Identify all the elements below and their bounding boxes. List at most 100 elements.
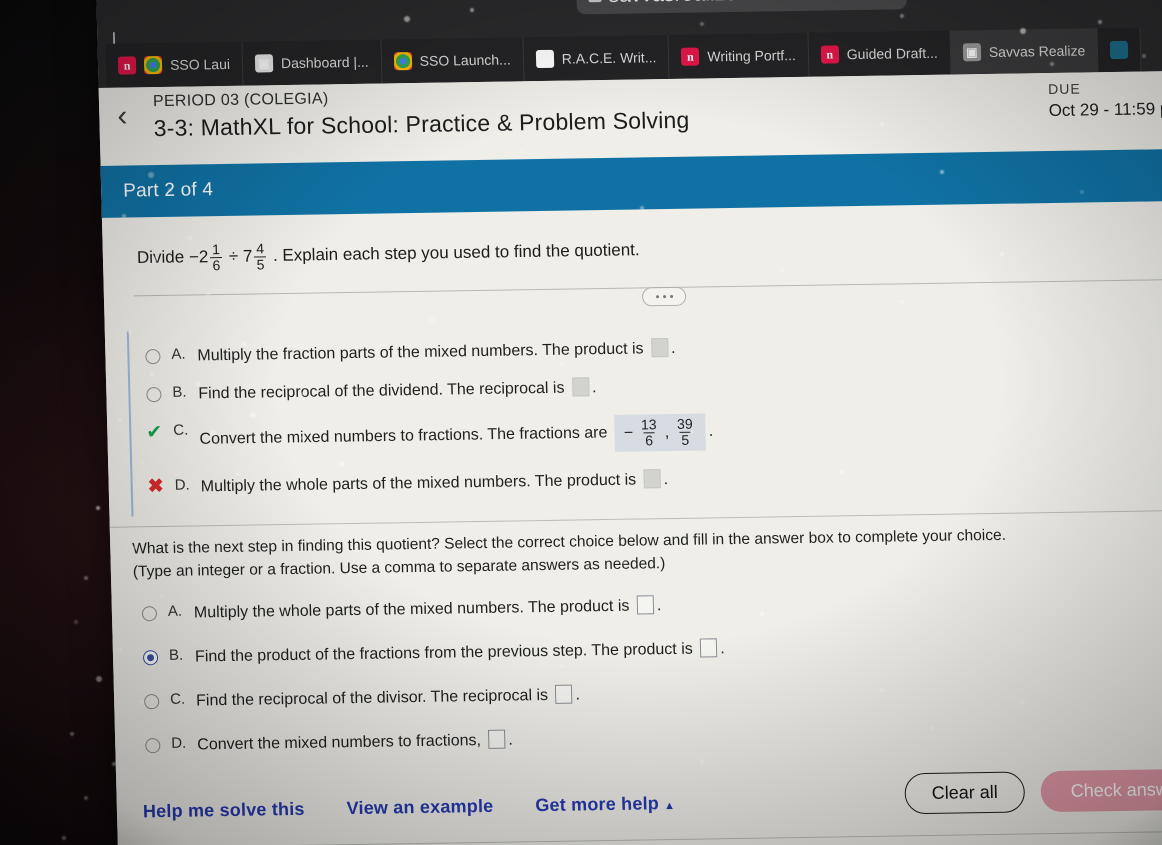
dividend-numerator: 1	[210, 242, 222, 257]
answer-input-a[interactable]	[637, 596, 654, 615]
choice-letter: B.	[169, 647, 187, 664]
notability-icon: n	[821, 45, 839, 63]
problem-lead: Divide	[137, 247, 185, 267]
division-operator: ÷	[229, 246, 239, 265]
answer-f1-denominator: 6	[643, 432, 655, 448]
chrome-icon	[393, 52, 411, 70]
question-prompt: What is the next step in finding this qu…	[132, 520, 1162, 583]
radio-b[interactable]	[139, 647, 162, 667]
tab-label: SSO Launch...	[419, 51, 510, 68]
tab-race-writ[interactable]: G R.A.C.E. Writ...	[523, 35, 670, 81]
answer-box-readonly	[643, 469, 660, 488]
get-more-help-link[interactable]: Get more help ▲	[535, 793, 675, 816]
choice-text-wrap: Convert the mixed numbers to fractions, …	[197, 719, 1162, 755]
tab-label: Dashboard |...	[281, 54, 369, 71]
back-chevron-icon[interactable]: ‹	[117, 102, 128, 132]
choice-period: .	[657, 597, 662, 614]
tab-writing-portfolio[interactable]: n Writing Portf...	[669, 33, 810, 79]
page-title: 3-3: MathXL for School: Practice & Probl…	[153, 107, 689, 142]
dividend-whole: 2	[199, 247, 209, 267]
divisor-whole: 7	[243, 247, 253, 267]
choice-letter: D.	[174, 476, 192, 493]
choice-text-wrap: Find the reciprocal of the dividend. The…	[198, 368, 1162, 404]
due-value: Oct 29 - 11:59 pm	[1048, 99, 1162, 121]
page-settings-icon[interactable]	[588, 0, 601, 2]
savvas-icon: ▣	[963, 43, 981, 61]
tab-savvas-realize[interactable]: ▣ Savvas Realize	[950, 28, 1099, 74]
choice-text-wrap: Multiply the whole parts of the mixed nu…	[194, 587, 1162, 623]
problem-tail: . Explain each step you used to find the…	[273, 240, 640, 265]
clear-all-button[interactable]: Clear all	[904, 772, 1025, 815]
answer-box-readonly	[651, 338, 668, 357]
dividend-fraction: 1 6	[210, 242, 223, 273]
incorrect-x-icon: ✖	[144, 477, 167, 497]
choice-text: Convert the mixed numbers to fractions. …	[199, 425, 607, 448]
choice-text: Multiply the whole parts of the mixed nu…	[194, 598, 630, 622]
choice-period: .	[575, 687, 580, 704]
tab-sso-laui[interactable]: n SSO Laui	[106, 42, 244, 88]
radio-d[interactable]	[141, 735, 164, 755]
answer-box-readonly	[572, 378, 589, 397]
correct-check-icon: ✔	[143, 422, 166, 442]
answer-sign: −	[624, 424, 634, 442]
ellipsis-expand-icon[interactable]	[642, 287, 686, 307]
divisor-denominator: 5	[254, 256, 266, 272]
section-divider	[134, 279, 1162, 318]
answer-f2-numerator: 39	[675, 417, 695, 432]
choice-letter: C.	[170, 691, 188, 708]
tab-guided-draft[interactable]: n Guided Draft...	[808, 31, 951, 77]
due-block: DUE Oct 29 - 11:59 pm	[1048, 79, 1162, 121]
tab-sso-launch[interactable]: SSO Launch...	[381, 37, 524, 83]
dividend-denominator: 6	[210, 257, 222, 273]
radio-a[interactable]	[138, 603, 161, 623]
graded-choice-list: A. Multiply the fraction parts of the mi…	[127, 315, 1162, 516]
dividend-sign: −	[189, 248, 199, 268]
assignment-header: ‹ PERIOD 03 (COLEGIA) 3-3: MathXL for Sc…	[99, 70, 1162, 166]
tab-overflow[interactable]	[1098, 28, 1142, 73]
choice-letter: A.	[171, 346, 189, 363]
choice-text: Convert the mixed numbers to fractions,	[197, 732, 481, 753]
assignment-page: ‹ PERIOD 03 (COLEGIA) 3-3: MathXL for Sc…	[99, 70, 1162, 845]
choice-text: Find the product of the fractions from t…	[195, 641, 693, 666]
reload-icon[interactable]	[1122, 0, 1149, 2]
due-label: DUE	[1048, 79, 1162, 97]
tab-label: Savvas Realize	[989, 42, 1086, 60]
choice-text-wrap: Multiply the fraction parts of the mixed…	[197, 330, 1162, 366]
choice-letter: A.	[168, 603, 186, 620]
view-an-example-link[interactable]: View an example	[346, 796, 493, 819]
check-answer-button[interactable]: Check answer	[1040, 769, 1162, 813]
tab-label: Guided Draft...	[847, 45, 938, 62]
choice-text-wrap: Find the product of the fractions from t…	[195, 631, 1162, 667]
notability-icon: n	[681, 48, 699, 66]
choice-text: Multiply the whole parts of the mixed nu…	[201, 471, 637, 495]
answer-f1-numerator: 13	[639, 418, 659, 433]
help-me-solve-this-link[interactable]: Help me solve this	[143, 799, 305, 823]
answer-fraction-1: 13 6	[639, 418, 659, 449]
radio-c[interactable]	[140, 691, 163, 711]
tab-label: R.A.C.E. Writ...	[562, 49, 657, 66]
photo-of-screen: | savvasrealize.com n	[0, 0, 1162, 845]
answer-input-d[interactable]	[488, 730, 505, 749]
answer-separator: ,	[665, 424, 670, 442]
url-text: savvasrealize.com	[608, 0, 783, 8]
divisor-numerator: 4	[254, 241, 266, 256]
choice-letter: D.	[171, 735, 189, 752]
dividend-mixed-number: − 2 1 6	[189, 242, 225, 273]
choice-text: Multiply the fraction parts of the mixed…	[197, 341, 644, 365]
choice-period: .	[592, 380, 597, 397]
caret-up-icon: ▲	[664, 800, 675, 812]
answer-input-b[interactable]	[700, 639, 717, 658]
tab-label: SSO Laui	[170, 56, 230, 73]
notability-icon: n	[118, 56, 136, 74]
choice-text-wrap: Convert the mixed numbers to fractions. …	[199, 406, 1162, 458]
radio-unselected-icon	[142, 384, 165, 404]
answer-fractions-readonly: − 13 6 , 39 5	[614, 414, 706, 452]
tab-label: Writing Portf...	[707, 47, 796, 64]
answer-choice-list[interactable]: A. Multiply the whole parts of the mixed…	[137, 575, 1162, 768]
answer-input-c[interactable]	[555, 685, 572, 704]
choice-text-wrap: Multiply the whole parts of the mixed nu…	[200, 460, 1162, 496]
tab-dashboard[interactable]: ▣ Dashboard |...	[242, 40, 382, 86]
help-toolbar: Help me solve this View an example Get m…	[142, 773, 1162, 834]
divisor-mixed-number: 7 4 5	[243, 241, 269, 272]
choice-text: Find the reciprocal of the dividend. The…	[198, 380, 565, 403]
